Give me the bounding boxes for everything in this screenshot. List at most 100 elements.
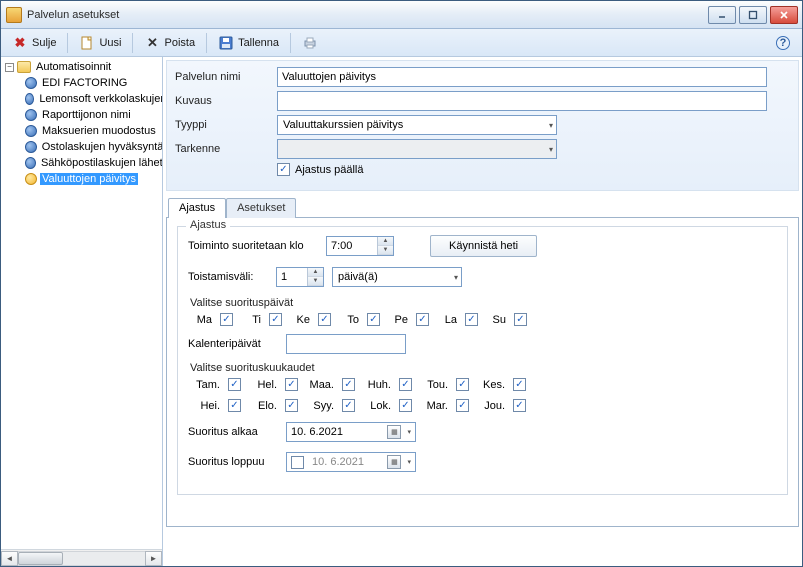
type-select[interactable]: Valuuttakurssien päivitys ▾ xyxy=(277,115,557,135)
tree-item[interactable]: Lemonsoft verkkolaskujen lähetys xyxy=(3,91,162,107)
save-action[interactable]: Tallenna xyxy=(211,32,286,54)
tree-item[interactable]: EDI FACTORING xyxy=(3,75,162,91)
schedule-on-checkbox[interactable]: ✓ Ajastus päällä xyxy=(277,163,364,176)
month-checkbox[interactable]: ✓ xyxy=(228,378,241,391)
delete-action[interactable]: ✕ Poista xyxy=(137,32,202,54)
run-at-value[interactable] xyxy=(327,237,377,255)
month-checkbox[interactable]: ✓ xyxy=(456,399,469,412)
new-action[interactable]: Uusi xyxy=(72,32,128,54)
day-checkbox[interactable]: ✓ xyxy=(220,313,233,326)
day-checkbox[interactable]: ✓ xyxy=(269,313,282,326)
caldays-input[interactable] xyxy=(286,334,406,354)
tree-item-label: Sähköpostilaskujen lähetys xyxy=(39,157,162,169)
tree-item[interactable]: Ostolaskujen hyväksyntä xyxy=(3,139,162,155)
maximize-button[interactable] xyxy=(739,6,767,24)
close-action[interactable]: ✖ Sulje xyxy=(5,32,63,54)
day-checkbox[interactable]: ✓ xyxy=(465,313,478,326)
spin-down-icon[interactable]: ▼ xyxy=(378,246,393,255)
end-date-input[interactable]: ✓ 10. 6.2021 ▦ ▾ xyxy=(286,452,416,472)
tab-schedule[interactable]: Ajastus xyxy=(168,198,226,218)
spin-down-icon[interactable]: ▼ xyxy=(308,277,323,286)
label-desc: Kuvaus xyxy=(175,95,271,107)
name-input[interactable] xyxy=(277,67,767,87)
print-action[interactable] xyxy=(295,32,325,54)
tree-item[interactable]: Valuuttojen päivitys xyxy=(3,171,162,187)
minimize-button[interactable] xyxy=(708,6,736,24)
run-now-button[interactable]: Käynnistä heti xyxy=(430,235,537,257)
month-label: Kes. xyxy=(475,379,505,391)
top-form: Palvelun nimi Kuvaus Tyyppi Valuuttakurs… xyxy=(166,60,799,191)
month-checkbox[interactable]: ✓ xyxy=(513,378,526,391)
month-checkbox[interactable]: ✓ xyxy=(456,378,469,391)
start-date-value: 10. 6.2021 xyxy=(291,426,343,438)
day-label: To xyxy=(337,314,359,326)
day-checkbox[interactable]: ✓ xyxy=(514,313,527,326)
chevron-down-icon: ▾ xyxy=(549,145,553,154)
spin-up-icon[interactable]: ▲ xyxy=(378,237,393,246)
calendar-icon[interactable]: ▦ xyxy=(387,425,401,439)
checkbox-icon: ✓ xyxy=(277,163,290,176)
titlebar: Palvelun asetukset xyxy=(1,1,802,29)
tabstrip: Ajastus Asetukset xyxy=(166,197,799,217)
expand-icon[interactable]: − xyxy=(5,63,14,72)
calendar-icon[interactable]: ▦ xyxy=(387,455,401,469)
gear-icon xyxy=(25,109,37,121)
day-checkbox[interactable]: ✓ xyxy=(367,313,380,326)
chevron-down-icon[interactable]: ▾ xyxy=(407,458,411,466)
app-icon xyxy=(6,7,22,23)
repeat-value[interactable] xyxy=(277,268,307,286)
day-label: Pe xyxy=(386,314,408,326)
spin-up-icon[interactable]: ▲ xyxy=(308,268,323,277)
run-at-input[interactable]: ▲▼ xyxy=(326,236,394,256)
day-label: La xyxy=(435,314,457,326)
start-date-input[interactable]: 10. 6.2021 ▦ ▾ xyxy=(286,422,416,442)
tree-root[interactable]: − Automatisoinnit xyxy=(3,59,162,75)
end-enable-checkbox[interactable]: ✓ xyxy=(291,456,304,469)
tree-item[interactable]: Maksuerien muodostus xyxy=(3,123,162,139)
month-checkbox[interactable]: ✓ xyxy=(285,378,298,391)
month-checkbox[interactable]: ✓ xyxy=(342,378,355,391)
scroll-track[interactable] xyxy=(18,551,145,566)
tree-item-label: EDI FACTORING xyxy=(40,77,129,89)
month-checkbox[interactable]: ✓ xyxy=(513,399,526,412)
tree-hscrollbar[interactable]: ◄ ► xyxy=(1,549,162,566)
close-button[interactable] xyxy=(770,6,798,24)
gear-icon xyxy=(25,141,37,153)
desc-input[interactable] xyxy=(277,91,767,111)
schedule-group: Ajastus Toiminto suoritetaan klo ▲▼ Käyn… xyxy=(177,226,788,495)
run-at-label: Toiminto suoritetaan klo xyxy=(188,240,318,252)
end-date-value: 10. 6.2021 xyxy=(312,456,364,468)
tree-item[interactable]: Sähköpostilaskujen lähetys xyxy=(3,155,162,171)
month-checkbox[interactable]: ✓ xyxy=(228,399,241,412)
tree-item-label: Raporttijonon nimi xyxy=(40,109,133,121)
chevron-down-icon[interactable]: ▾ xyxy=(407,428,411,436)
scroll-thumb[interactable] xyxy=(18,552,63,565)
tab-settings[interactable]: Asetukset xyxy=(226,198,296,218)
print-icon xyxy=(302,35,318,51)
tree-item[interactable]: Raporttijonon nimi xyxy=(3,107,162,123)
day-label: Ke xyxy=(288,314,310,326)
month-checkbox[interactable]: ✓ xyxy=(399,378,412,391)
scroll-left[interactable]: ◄ xyxy=(1,551,18,566)
month-label: Syy. xyxy=(304,400,334,412)
month-checkbox[interactable]: ✓ xyxy=(399,399,412,412)
tree[interactable]: − Automatisoinnit EDI FACTORING Lemonsoft… xyxy=(1,57,162,549)
separator xyxy=(132,33,133,53)
day-label: Ma xyxy=(190,314,212,326)
help-action[interactable]: ? xyxy=(768,32,798,54)
month-checkbox[interactable]: ✓ xyxy=(342,399,355,412)
tree-item-label: Ostolaskujen hyväksyntä xyxy=(40,141,162,153)
repeat-value-input[interactable]: ▲▼ xyxy=(276,267,324,287)
close-icon: ✖ xyxy=(12,35,28,51)
body: − Automatisoinnit EDI FACTORING Lemonsoft… xyxy=(1,57,802,566)
month-label: Huh. xyxy=(361,379,391,391)
day-checkbox[interactable]: ✓ xyxy=(318,313,331,326)
tree-root-label: Automatisoinnit xyxy=(34,61,113,73)
month-checkbox[interactable]: ✓ xyxy=(285,399,298,412)
month-label: Hei. xyxy=(190,400,220,412)
repeat-label: Toistamisväli: xyxy=(188,271,268,283)
save-label: Tallenna xyxy=(238,37,279,49)
day-checkbox[interactable]: ✓ xyxy=(416,313,429,326)
repeat-unit-select[interactable]: päivä(ä) ▾ xyxy=(332,267,462,287)
scroll-right[interactable]: ► xyxy=(145,551,162,566)
